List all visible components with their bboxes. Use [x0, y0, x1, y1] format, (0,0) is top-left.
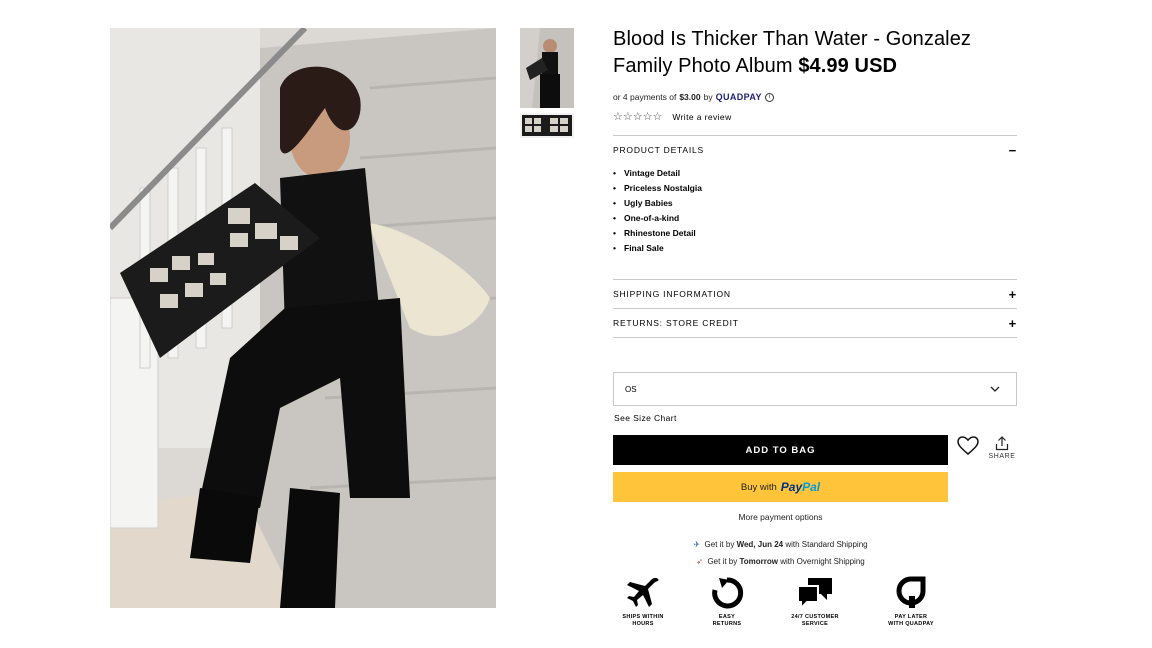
- badge-label: PAY LATER: [894, 614, 928, 620]
- product-details-label: PRODUCT DETAILS: [613, 145, 705, 155]
- badge-label: EASY: [718, 614, 736, 620]
- main-product-image[interactable]: [110, 28, 496, 608]
- badge-ships-fast: SHIPS WITHIN HOURS: [608, 576, 678, 627]
- returns-label: RETURNS: STORE CREDIT: [613, 318, 739, 328]
- service-badges: SHIPS WITHIN HOURS EASY RETURNS 24/7 CUSTO…: [613, 576, 953, 631]
- size-select[interactable]: OS: [613, 372, 1017, 406]
- installment-info: or 4 payments of $3.00 by QUADPAY i: [613, 92, 1017, 102]
- overnight-shipping-estimate: ➶ Get it by Tomorrow with Overnight Ship…: [613, 557, 948, 566]
- quadpay-text: QUADPAY: [715, 92, 762, 102]
- product-details-section: PRODUCT DETAILS − Vintage Detail Pricele…: [613, 135, 1017, 279]
- product-title: Blood Is Thicker Than Water - Gonzalez F…: [613, 26, 1017, 80]
- write-review-link[interactable]: Write a review: [672, 112, 731, 122]
- share-label: SHARE: [988, 453, 1016, 460]
- list-item: Priceless Nostalgia: [613, 181, 1017, 196]
- shipping-prefix: Get it by: [704, 540, 735, 549]
- product-price: $4.99 USD: [798, 55, 898, 77]
- shipping-date: Tomorrow: [739, 557, 778, 566]
- shipping-prefix: Get it by: [707, 557, 738, 566]
- badge-label: 24/7 CUSTOMER: [791, 614, 839, 620]
- list-item: Final Sale: [613, 241, 1017, 256]
- list-item: One-of-a-kind: [613, 211, 1017, 226]
- rating-row: ☆☆☆☆☆ Write a review: [613, 110, 1017, 123]
- installment-by: by: [703, 92, 713, 102]
- share-icon: [995, 436, 1009, 451]
- badge-label: SERVICE: [801, 620, 829, 627]
- badge-label: WITH QUADPAY: [888, 620, 934, 627]
- paypal-logo: PayPal: [781, 480, 820, 494]
- product-info: Blood Is Thicker Than Water - Gonzalez F…: [613, 26, 1017, 338]
- badge-customer-service: 24/7 CUSTOMER SERVICE: [780, 576, 850, 627]
- wishlist-button[interactable]: [957, 436, 979, 456]
- info-icon[interactable]: i: [764, 92, 774, 102]
- airplane-icon: [627, 577, 659, 607]
- badge-label: SHIPS WITHIN: [622, 614, 664, 620]
- shipping-information-label: SHIPPING INFORMATION: [613, 289, 731, 299]
- collapse-icon[interactable]: −: [1009, 143, 1017, 158]
- rocket-icon: ➶: [696, 557, 703, 566]
- list-item: Rhinestone Detail: [613, 226, 1017, 241]
- installment-amount: $3.00: [679, 92, 701, 102]
- installment-prefix: or 4 payments of: [613, 92, 677, 102]
- shipping-information-toggle[interactable]: SHIPPING INFORMATION +: [613, 280, 1017, 308]
- product-thumbnail-2[interactable]: [520, 113, 574, 138]
- chevron-down-icon: [990, 386, 1000, 392]
- quadpay-logo: QUADPAY: [716, 92, 762, 102]
- badge-label: RETURNS: [712, 620, 742, 627]
- expand-icon[interactable]: +: [1009, 287, 1017, 302]
- airplane-icon: ✈: [693, 540, 701, 549]
- size-chart-link[interactable]: See Size Chart: [614, 413, 677, 423]
- shipping-information-section: SHIPPING INFORMATION +: [613, 279, 1017, 308]
- shipping-suffix: with Standard Shipping: [785, 540, 868, 549]
- product-details-toggle[interactable]: PRODUCT DETAILS −: [613, 136, 1017, 164]
- product-thumbnail-1[interactable]: [520, 28, 574, 108]
- list-item: Ugly Babies: [613, 196, 1017, 211]
- shipping-date: Wed, Jun 24: [736, 540, 784, 549]
- paypal-logo-part-1: Pay: [780, 480, 803, 494]
- heart-icon: [957, 436, 979, 455]
- standard-shipping-estimate: ✈ Get it by Wed, Jun 24 with Standard Sh…: [613, 540, 948, 549]
- chat-bubbles-icon: [797, 578, 832, 610]
- size-value: OS: [625, 384, 637, 394]
- paypal-prefix: Buy with: [740, 481, 777, 493]
- paypal-button[interactable]: Buy with PayPal: [613, 472, 948, 502]
- quadpay-icon: [896, 576, 926, 608]
- returns-toggle[interactable]: RETURNS: STORE CREDIT +: [613, 309, 1017, 337]
- paypal-logo-part-2: Pal: [802, 480, 821, 494]
- shipping-suffix: with Overnight Shipping: [780, 557, 865, 566]
- more-payment-options-link[interactable]: More payment options: [613, 512, 948, 522]
- badge-pay-later: PAY LATER WITH QUADPAY: [876, 576, 946, 627]
- add-to-bag-button[interactable]: ADD TO BAG: [613, 435, 948, 465]
- badge-label: HOURS: [632, 620, 654, 627]
- star-rating-icon: ☆☆☆☆☆: [613, 111, 663, 123]
- returns-section: RETURNS: STORE CREDIT +: [613, 308, 1017, 337]
- section-divider: [613, 337, 1017, 338]
- list-item: Vintage Detail: [613, 166, 1017, 181]
- share-button[interactable]: SHARE: [986, 436, 1018, 460]
- return-arrow-icon: [712, 577, 744, 609]
- expand-icon[interactable]: +: [1009, 316, 1017, 331]
- badge-easy-returns: EASY RETURNS: [692, 576, 762, 627]
- product-name: Blood Is Thicker Than Water - Gonzalez F…: [613, 28, 972, 77]
- product-details-list: Vintage Detail Priceless Nostalgia Ugly …: [613, 164, 1017, 279]
